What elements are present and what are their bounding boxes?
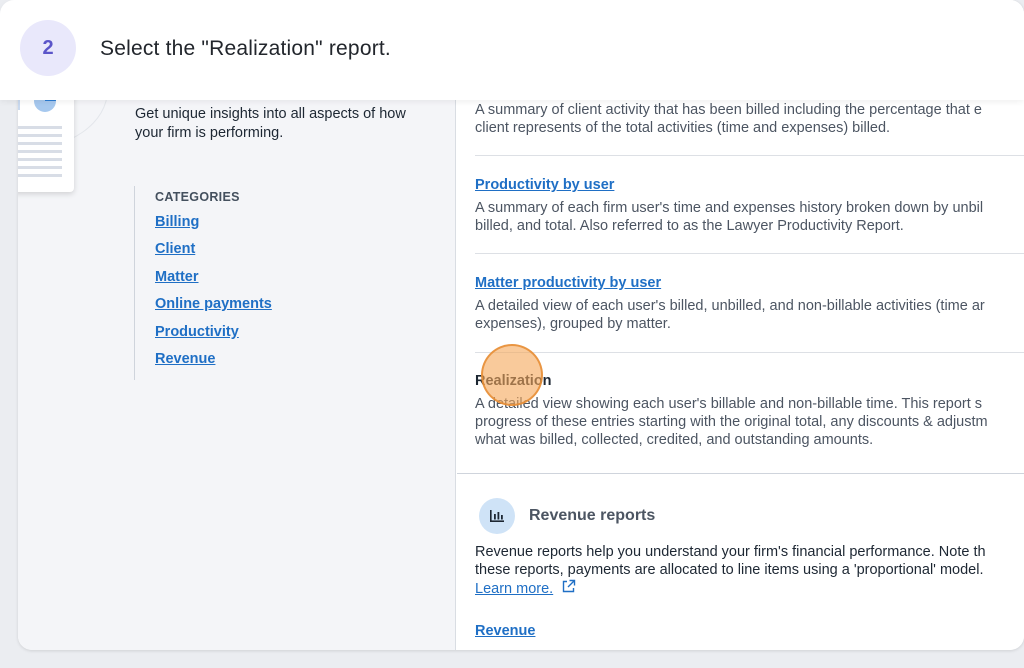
illustration-line bbox=[18, 158, 62, 161]
instruction-text: Select the "Realization" report. bbox=[100, 37, 391, 60]
illustration-line bbox=[18, 126, 62, 129]
revenue-desc-line: Revenue reports help you understand your… bbox=[475, 544, 986, 560]
revenue-report-link[interactable]: Revenue bbox=[475, 623, 535, 645]
matter-productivity-link[interactable]: Matter productivity by user bbox=[475, 275, 1024, 297]
illustration-line bbox=[18, 134, 62, 137]
report-description: A summary of each firm user's time and e… bbox=[475, 200, 984, 216]
illustration-line bbox=[18, 174, 62, 177]
divider bbox=[475, 352, 1024, 353]
report-description: what was billed, collected, credited, an… bbox=[475, 432, 874, 448]
categories-heading: CATEGORIES bbox=[155, 190, 240, 204]
report-description: progress of these entries starting with … bbox=[475, 414, 988, 430]
category-link-online-payments[interactable]: Online payments bbox=[155, 296, 272, 323]
category-link-matter[interactable]: Matter bbox=[155, 269, 272, 296]
realization-report: Realization A detailed view showing each… bbox=[475, 373, 1024, 449]
report-description: client represents of the total activitie… bbox=[475, 120, 891, 136]
section-divider bbox=[457, 473, 1024, 474]
report-description: A detailed view of each user's billed, u… bbox=[475, 298, 985, 314]
matter-productivity-report: Matter productivity by user A detailed v… bbox=[475, 275, 1024, 333]
client-summary-report: A summary of client activity that has be… bbox=[475, 101, 1024, 137]
report-description: billed, and total. Also referred to as t… bbox=[475, 218, 904, 234]
instruction-banner: 2 Select the "Realization" report. bbox=[0, 0, 1024, 100]
revenue-reports-heading: Revenue reports bbox=[529, 507, 656, 524]
productivity-by-user-report: Productivity by user A summary of each f… bbox=[475, 177, 1024, 235]
category-link-billing[interactable]: Billing bbox=[155, 214, 272, 241]
revenue-reports-description: Revenue reports help you understand your… bbox=[475, 543, 986, 599]
divider bbox=[475, 155, 1024, 156]
divider bbox=[475, 253, 1024, 254]
revenue-desc-line: these reports, payments are allocated to… bbox=[475, 562, 984, 578]
productivity-by-user-link[interactable]: Productivity by user bbox=[475, 177, 1024, 199]
report-description: A summary of client activity that has be… bbox=[475, 102, 982, 118]
category-link-client[interactable]: Client bbox=[155, 241, 272, 268]
report-description: A detailed view showing each user's bill… bbox=[475, 396, 983, 412]
external-link-icon[interactable] bbox=[561, 579, 576, 599]
report-description: expenses), grouped by matter. bbox=[475, 316, 671, 332]
bar-chart-icon bbox=[479, 498, 515, 534]
illustration-line bbox=[18, 142, 62, 145]
category-nav: CATEGORIES Billing Client Matter Online … bbox=[134, 186, 272, 380]
step-number-badge: 2 bbox=[20, 20, 76, 76]
realization-link[interactable]: Realization bbox=[475, 373, 1024, 395]
category-link-revenue[interactable]: Revenue bbox=[155, 351, 272, 378]
illustration-line bbox=[18, 166, 62, 169]
learn-more-link[interactable]: Learn more. bbox=[475, 581, 553, 597]
illustration-line bbox=[18, 150, 62, 153]
category-link-productivity[interactable]: Productivity bbox=[155, 324, 272, 351]
sidebar-intro: Get unique insights into all aspects of … bbox=[135, 106, 406, 141]
